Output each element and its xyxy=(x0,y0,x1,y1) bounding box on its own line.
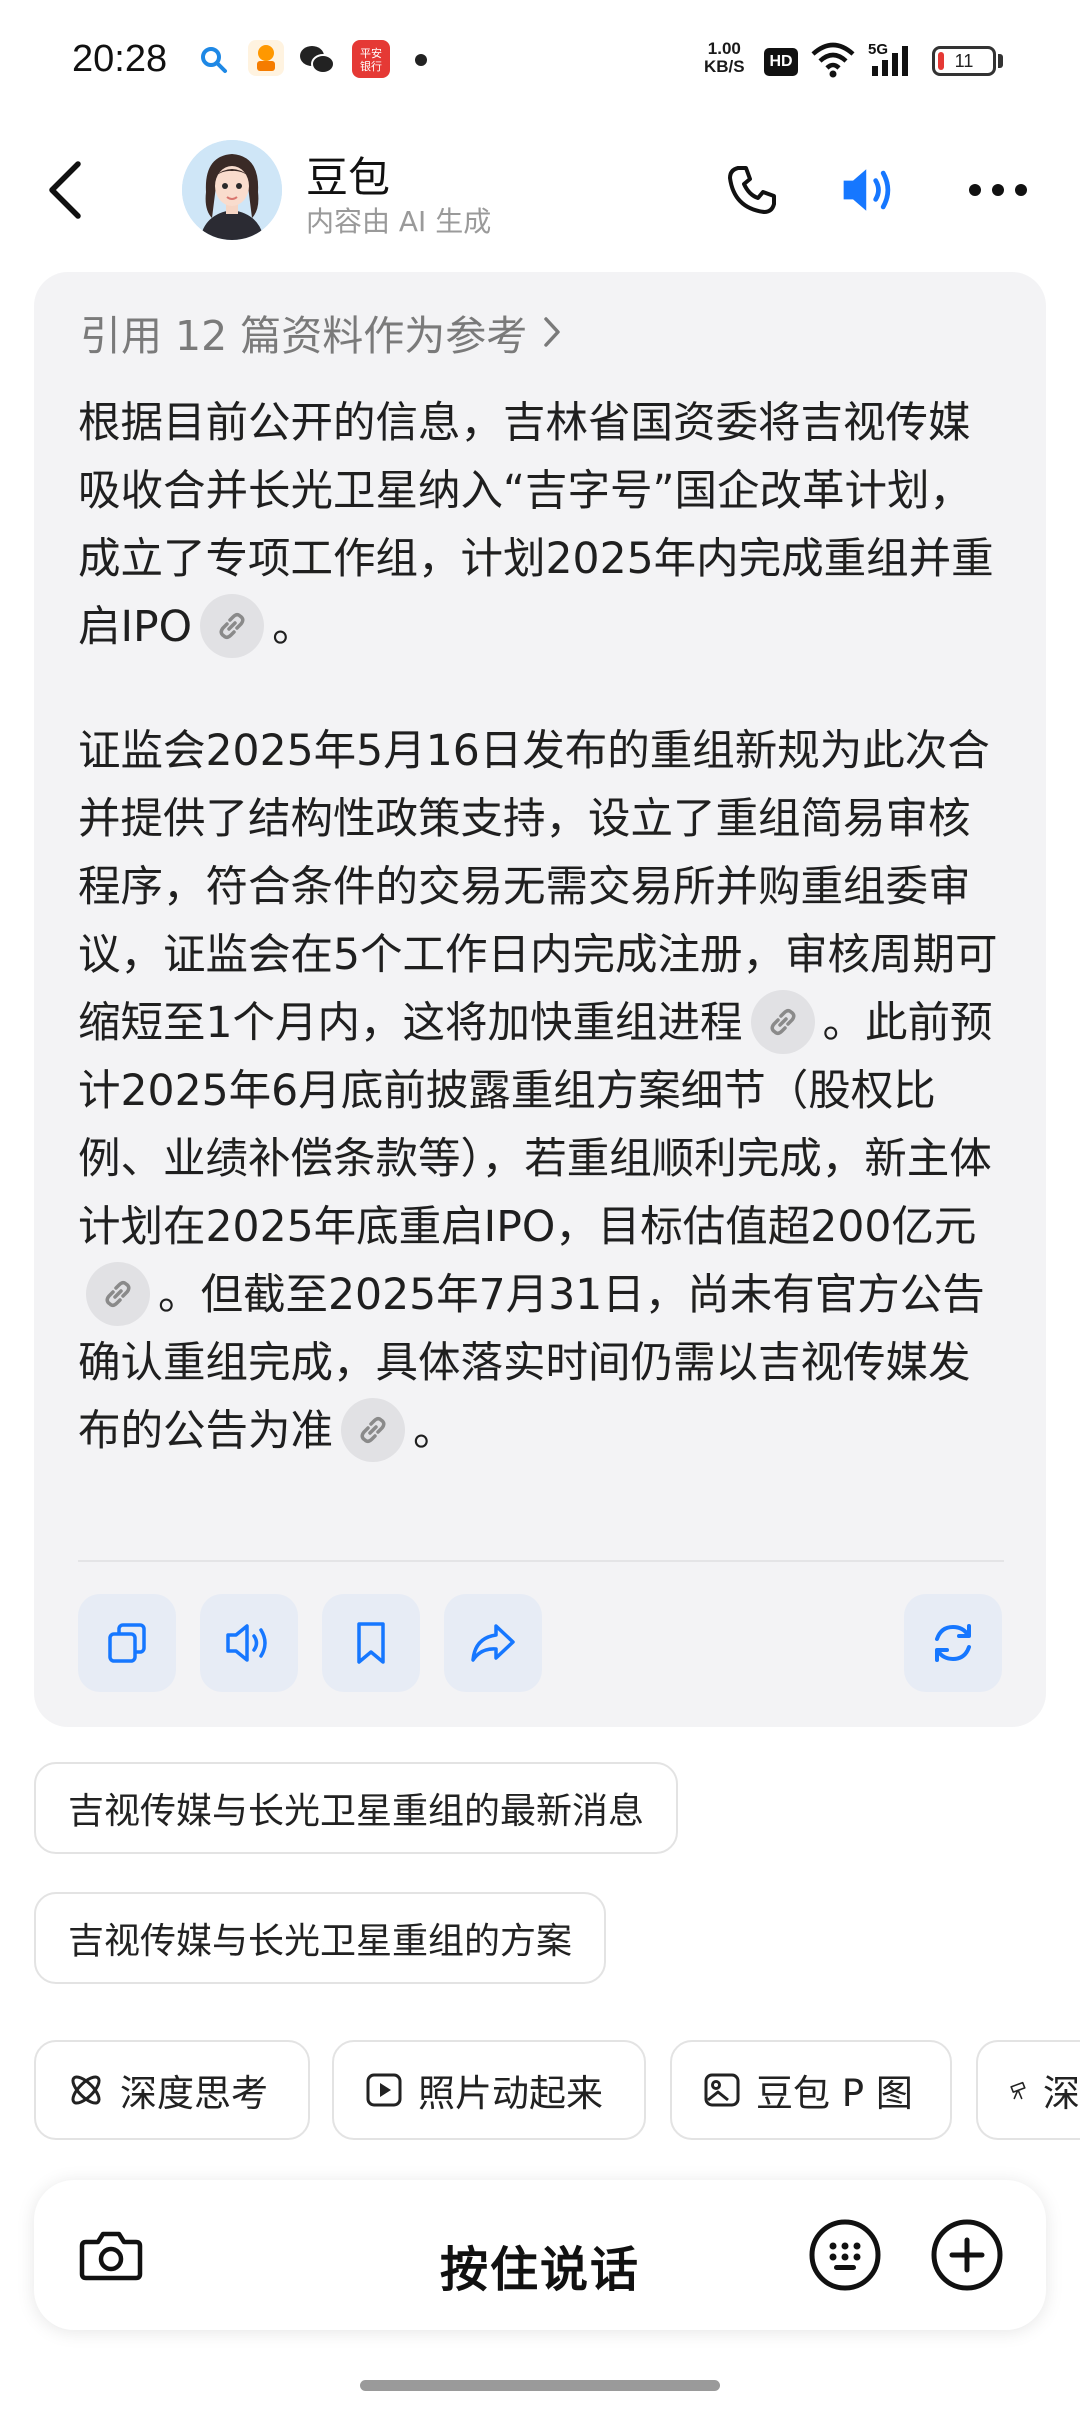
svg-text:平安: 平安 xyxy=(360,46,382,60)
wechat-icon xyxy=(298,40,336,80)
suggestion-chip[interactable]: 吉视传媒与长光卫星重组的方案 xyxy=(34,1892,607,1984)
copy-icon xyxy=(108,1623,146,1663)
telescope-icon xyxy=(1010,2081,1026,2100)
avatar[interactable] xyxy=(182,140,282,240)
app-icon xyxy=(248,40,284,76)
tool-image-edit[interactable]: 豆包 P 图 xyxy=(670,2040,952,2140)
keyboard-button[interactable] xyxy=(808,2218,882,2292)
regenerate-button[interactable] xyxy=(904,1594,1002,1692)
tool-label: 豆包 P 图 xyxy=(756,2072,913,2115)
plus-icon xyxy=(931,2219,1003,2291)
source-link-icon[interactable] xyxy=(341,1397,406,1462)
play-icon xyxy=(366,2073,402,2107)
source-link-icon[interactable] xyxy=(750,989,815,1054)
speaker-icon xyxy=(226,1624,267,1662)
suggestion-chip[interactable]: 吉视传媒与长光卫星重组的最新消息 xyxy=(34,1762,679,1854)
keyboard-icon xyxy=(809,2219,881,2291)
back-button[interactable] xyxy=(40,158,100,222)
tool-label: 深度思考 xyxy=(120,2072,268,2115)
image-edit-icon xyxy=(704,2073,740,2107)
response-paragraph-2: 证监会2025年5月16日发布的重组新规为此次合并提供了结构性政策支持，设立了重… xyxy=(78,718,1008,1466)
tool-partial[interactable]: 深 xyxy=(976,2040,1080,2140)
battery-cap xyxy=(998,54,1003,68)
search-icon xyxy=(198,40,230,80)
tool-animate-photo[interactable]: 照片动起来 xyxy=(332,2040,646,2140)
share-button[interactable] xyxy=(444,1594,542,1692)
copy-button[interactable] xyxy=(78,1594,176,1692)
atom-icon xyxy=(71,2075,101,2105)
bot-name: 豆包 xyxy=(306,153,391,202)
source-link-icon[interactable] xyxy=(86,1261,150,1326)
input-bar: 按住说话 xyxy=(34,2180,1046,2330)
hd-badge: HD xyxy=(764,48,798,76)
svg-text:5G: 5G xyxy=(868,41,888,58)
ai-generated-note: 内容由 AI 生成 xyxy=(306,205,492,238)
status-bar: 20:28 平安 银行 1.00 KB/S HD 5G 11 xyxy=(0,0,1080,120)
net-speed: 1.00 KB/S xyxy=(704,39,745,76)
status-time: 20:28 xyxy=(72,38,168,80)
chevron-right-icon xyxy=(544,317,560,347)
notification-dot-icon xyxy=(414,40,428,80)
response-paragraph-1: 根据目前公开的信息，吉林省国资委将吉视传媒吸收合并长光卫星纳入“吉字号”国企改革… xyxy=(78,390,1008,662)
home-indicator[interactable] xyxy=(360,2380,720,2391)
tool-deep-thinking[interactable]: 深度思考 xyxy=(34,2040,310,2140)
read-aloud-button[interactable] xyxy=(200,1594,298,1692)
references-label: 引用 12 篇资料作为参考 xyxy=(80,312,528,360)
divider xyxy=(78,1560,1004,1562)
tool-label: 深 xyxy=(1043,2072,1080,2115)
hold-to-talk-button[interactable]: 按住说话 xyxy=(34,2230,1046,2300)
bookmark-icon xyxy=(357,1622,385,1664)
bookmark-button[interactable] xyxy=(322,1594,420,1692)
chat-header: 豆包 内容由 AI 生成 xyxy=(0,130,1080,250)
bank-app-icon: 平安 银行 xyxy=(352,40,390,78)
wifi-icon xyxy=(810,40,856,80)
signal-icon: 5G xyxy=(868,40,924,80)
svg-text:银行: 银行 xyxy=(360,59,382,73)
source-link-icon[interactable] xyxy=(200,593,265,658)
tool-label: 照片动起来 xyxy=(418,2072,603,2115)
refresh-icon xyxy=(935,1624,971,1662)
share-icon xyxy=(471,1624,515,1662)
phone-call-button[interactable] xyxy=(720,158,784,222)
ai-response-card: 引用 12 篇资料作为参考 根据目前公开的信息，吉林省国资委将吉视传媒吸收合并长… xyxy=(34,272,1046,1727)
battery-icon: 11 xyxy=(932,46,996,76)
add-button[interactable] xyxy=(930,2218,1004,2292)
more-options-button[interactable] xyxy=(966,158,1030,222)
speaker-button[interactable] xyxy=(838,158,902,222)
references-link[interactable]: 引用 12 篇资料作为参考 xyxy=(80,302,563,362)
